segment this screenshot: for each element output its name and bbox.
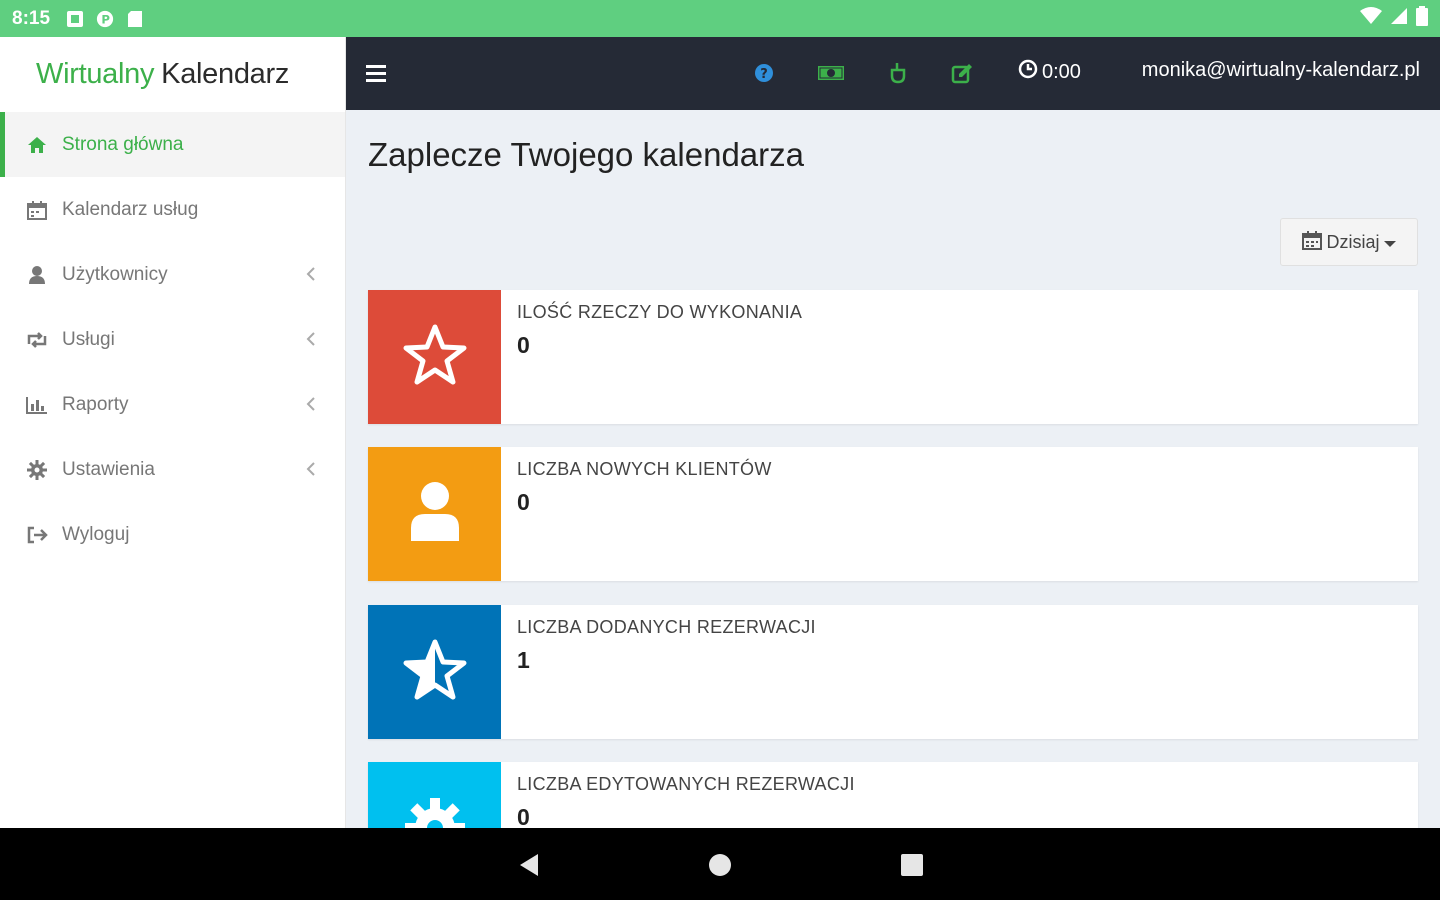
stat-icon-box [368,605,501,739]
stat-label: ILOŚĆ RZECZY DO WYKONANIA [517,302,803,322]
stat-icon-box [368,447,501,581]
stat-card: LICZBA EDYTOWANYCH REZERWACJI 0 [368,762,1418,828]
stat-label: LICZBA EDYTOWANYCH REZERWACJI [517,774,855,794]
sign-out-icon [26,524,48,546]
help-icon[interactable]: ? [752,61,776,85]
sidebar-item-4[interactable]: Raporty [0,372,345,437]
sidebar-item-6[interactable]: Wyloguj [0,502,345,567]
sidebar-item-1[interactable]: Kalendarz usług [0,177,345,242]
wifi-icon [1360,7,1382,30]
back-icon[interactable] [516,852,542,878]
edit-icon[interactable] [950,61,974,85]
svg-text:P: P [101,12,110,26]
signal-icon [1390,7,1408,30]
page-title: Zaplecze Twojego kalendarza [368,136,804,173]
money-icon[interactable] [816,61,846,85]
retweet-icon [26,329,48,351]
stat-value: 1 [517,647,530,673]
app-window: Wirtualny Kalendarz Strona główna Kalenda… [0,37,1440,828]
bar-chart-icon [26,394,48,416]
hamburger-menu-icon[interactable] [366,63,388,83]
stat-icon-box [368,762,501,828]
notification-square-icon [66,10,84,28]
sidebar-item-label: Wyloguj [62,523,130,545]
sidebar-item-label: Usługi [62,328,115,350]
sidebar-item-label: Raporty [62,393,129,415]
chevron-left-icon [303,394,319,414]
chevron-left-icon [303,329,319,349]
stat-value: 0 [517,804,530,828]
sidebar-item-2[interactable]: Użytkownicy [0,242,345,307]
star-half-icon [402,638,468,707]
notification-p-icon: P [96,10,114,28]
caret-down-icon [1383,232,1396,253]
svg-text:?: ? [760,67,768,82]
sd-card-icon [126,10,144,28]
system-navigation-bar [0,828,1440,900]
date-button-label: Dzisiaj [1326,231,1380,252]
stat-value: 0 [517,332,530,358]
date-range-button[interactable]: Dzisiaj [1280,218,1418,266]
user-email[interactable]: monika@wirtualny-kalendarz.pl [1142,59,1420,82]
calendar-icon [1302,230,1323,255]
gear-icon [26,459,48,481]
gear-icon [403,796,467,828]
calendar-icon [26,199,48,221]
home-icon [26,134,48,156]
stat-card: LICZBA NOWYCH KLIENTÓW 0 [368,447,1418,581]
stat-value: 0 [517,489,530,515]
sidebar: Wirtualny Kalendarz Strona główna Kalenda… [0,37,346,828]
clock-icon [1018,59,1038,85]
user-icon [26,264,48,286]
chevron-left-icon [303,459,319,479]
sidebar-item-label: Użytkownicy [62,263,168,285]
stat-label: LICZBA NOWYCH KLIENTÓW [517,459,772,479]
timer-value: 0:00 [1042,60,1081,83]
user-icon [409,481,461,548]
status-right [1360,6,1428,31]
main-content: Zaplecze Twojego kalendarza Dzisiaj ILOŚ… [346,110,1440,828]
stat-icon-box [368,290,501,424]
sidebar-item-5[interactable]: Ustawienia [0,437,345,502]
stat-card: LICZBA DODANYCH REZERWACJI 1 [368,605,1418,739]
status-time: 8:15 [12,7,51,29]
stat-card: ILOŚĆ RZECZY DO WYKONANIA 0 [368,290,1418,424]
status-bar: 8:15 P [0,0,1440,37]
sidebar-menu: Strona główna Kalendarz usług Użytkownicy U… [0,112,345,567]
logo-part-1: Wirtualny [36,58,155,90]
sidebar-item-label: Kalendarz usług [62,198,199,220]
recents-icon[interactable] [899,852,925,878]
logo-part-2: Kalendarz [161,58,290,90]
home-button-icon[interactable] [707,852,733,878]
sidebar-item-label: Strona główna [62,133,184,155]
top-navbar: ? 0:00 monika@wirtualny-kalendarz.pl [346,37,1440,110]
sidebar-item-label: Ustawienia [62,458,155,480]
timer[interactable]: 0:00 [1018,59,1081,85]
battery-icon [1416,6,1428,31]
app-logo[interactable]: Wirtualny Kalendarz [0,37,345,112]
chevron-left-icon [303,264,319,284]
stat-label: LICZBA DODANYCH REZERWACJI [517,617,816,637]
hand-icon[interactable] [886,61,910,85]
sidebar-item-0[interactable]: Strona główna [0,112,345,177]
star-outline-icon [402,323,468,392]
sidebar-item-3[interactable]: Usługi [0,307,345,372]
